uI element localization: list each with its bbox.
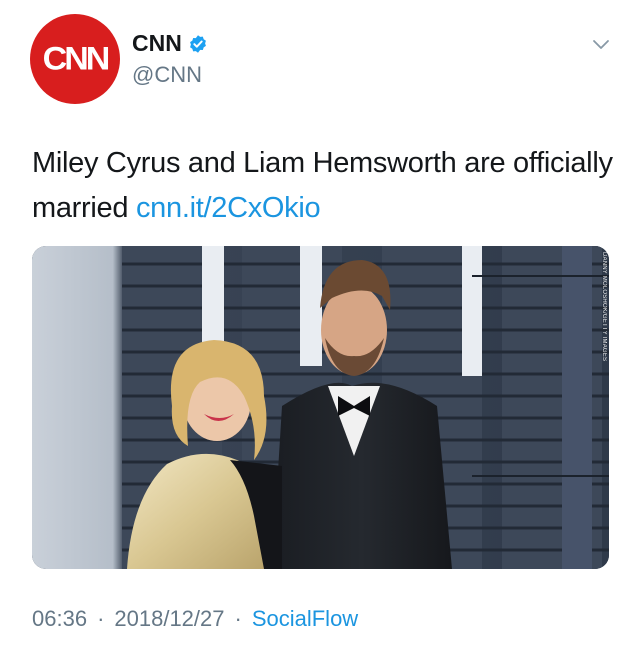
display-name[interactable]: CNN (132, 30, 182, 57)
tweet-metadata: 06:36 · 2018/12/27 · SocialFlow (32, 606, 358, 632)
verified-badge-icon (189, 34, 206, 53)
tweet-source[interactable]: SocialFlow (252, 606, 358, 632)
separator: · (97, 606, 105, 631)
tweet-link[interactable]: cnn.it/2CxOkio (136, 192, 321, 224)
tweet-date[interactable]: 2018/12/27 (114, 606, 224, 632)
chevron-down-icon[interactable] (592, 36, 610, 54)
photo-credit: DANNY MOLOSHOK/GETTY IMAGES (601, 252, 607, 362)
tweet-time[interactable]: 06:36 (32, 606, 87, 632)
tweet-body: Miley Cyrus and Liam Hemsworth are offic… (32, 147, 613, 224)
handle[interactable]: @CNN (132, 62, 202, 88)
tweet-photo[interactable]: DANNY MOLOSHOK/GETTY IMAGES (32, 246, 609, 569)
tweet-text: Miley Cyrus and Liam Hemsworth are offic… (32, 141, 622, 231)
separator: · (234, 606, 242, 631)
photo-illustration (32, 246, 609, 569)
avatar[interactable]: CNN (30, 14, 120, 104)
tweet-card: CNN CNN @CNN Miley Cyrus and Liam Hemswo… (0, 0, 640, 662)
cnn-logo: CNN (42, 40, 111, 77)
author-name-row: CNN (132, 30, 208, 57)
